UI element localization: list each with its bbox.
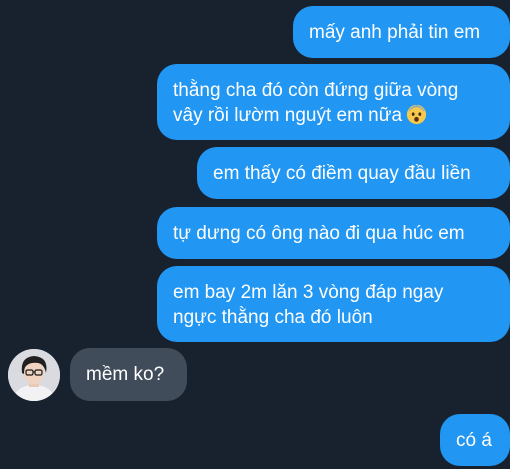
chat-thread: mấy anh phải tin em thằng cha đó còn đứn… (0, 0, 510, 469)
outgoing-message[interactable]: em bay 2m lăn 3 vòng đáp ngay ngực thằng… (157, 266, 510, 342)
message-text-line-group: vây rồi lườm nguýt em nữa (173, 103, 494, 128)
contact-avatar[interactable] (8, 349, 60, 401)
outgoing-message[interactable]: thằng cha đó còn đứng giữa vòng vây rồi … (157, 64, 510, 140)
avatar-photo (8, 349, 60, 401)
outgoing-message[interactable]: em thấy có điềm quay đầu liền (197, 147, 510, 199)
message-text: mấy anh phải tin em (309, 21, 481, 43)
outgoing-message[interactable]: mấy anh phải tin em (293, 6, 510, 58)
message-text: em thấy có điềm quay đầu liền (213, 162, 471, 184)
message-text: mềm ko? (86, 364, 165, 385)
fearful-face-icon (406, 104, 427, 125)
message-text-line: ngực thằng cha đó luôn (173, 307, 373, 328)
incoming-message[interactable]: mềm ko? (70, 348, 187, 401)
message-text-line: thằng cha đó còn đứng giữa vòng (173, 80, 459, 101)
outgoing-message[interactable]: có á (440, 414, 510, 466)
message-text-line: em bay 2m lăn 3 vòng đáp ngay (173, 282, 444, 303)
message-text-line: vây rồi lườm nguýt em nữa (173, 105, 403, 126)
message-text: có á (456, 429, 492, 451)
outgoing-message[interactable]: tự dưng có ông nào đi qua húc em (157, 207, 510, 259)
message-text: tự dưng có ông nào đi qua húc em (173, 222, 465, 244)
